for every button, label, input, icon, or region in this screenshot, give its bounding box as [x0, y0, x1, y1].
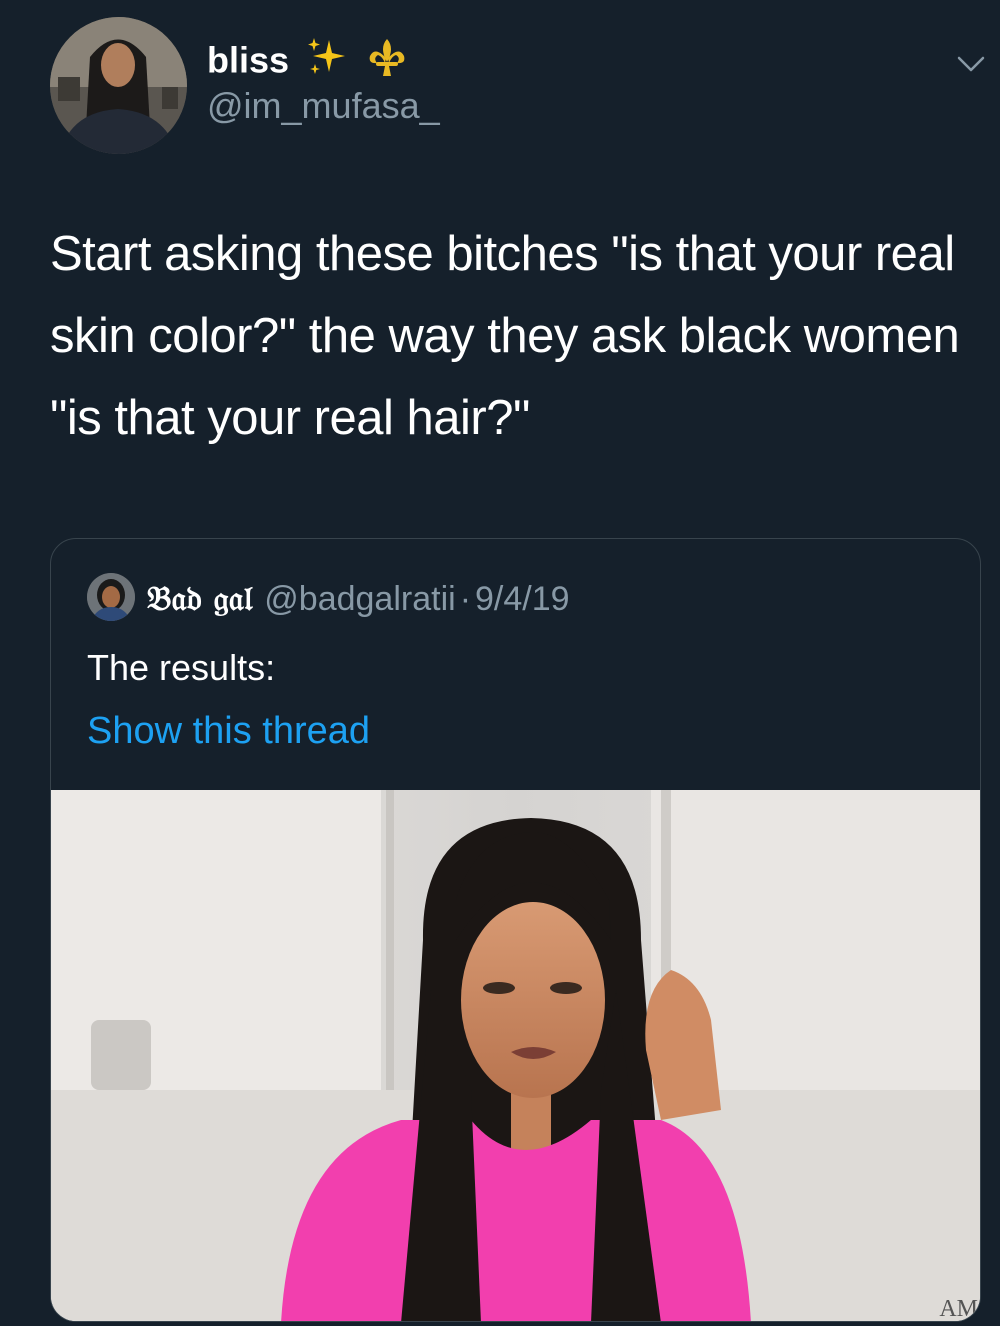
quoted-author-name[interactable]: 𝔅𝔞𝔡 𝔤𝔞𝔩 [147, 579, 252, 619]
quoted-tweet-card[interactable]: 𝔅𝔞𝔡 𝔤𝔞𝔩 @badgalratii · 9/4/19 The results: … [50, 538, 981, 1322]
author-avatar-photo [50, 17, 187, 154]
media-watermark: AM [939, 1296, 978, 1322]
quoted-author-handle[interactable]: @badgalratii [264, 580, 455, 618]
author-name-text: bliss [207, 39, 290, 81]
author-handle[interactable]: @im_mufasa_ [207, 84, 440, 128]
quoted-date[interactable]: 9/4/19 [475, 580, 570, 618]
quoted-separator: · [459, 580, 472, 618]
tweet-menu-button[interactable] [955, 52, 987, 76]
tweet-text: Start asking these bitches "is that your… [50, 227, 960, 445]
show-thread-link[interactable]: Show this thread [87, 707, 370, 755]
fleur-de-lis-icon [365, 36, 409, 90]
quoted-tweet-header: 𝔅𝔞𝔡 𝔤𝔞𝔩 @badgalratii · 9/4/19 [147, 573, 570, 625]
quoted-tweet-text: The results: [87, 647, 276, 688]
quoted-tweet-media[interactable]: AM [51, 790, 980, 1322]
sparkles-emoji-icon [305, 36, 349, 90]
author-avatar[interactable] [50, 17, 187, 154]
quoted-author-avatar[interactable] [87, 573, 135, 621]
author-display-name[interactable]: bliss [207, 36, 409, 90]
quoted-avatar-photo [87, 573, 135, 621]
media-photo [51, 790, 980, 1321]
chevron-down-icon [957, 56, 985, 72]
